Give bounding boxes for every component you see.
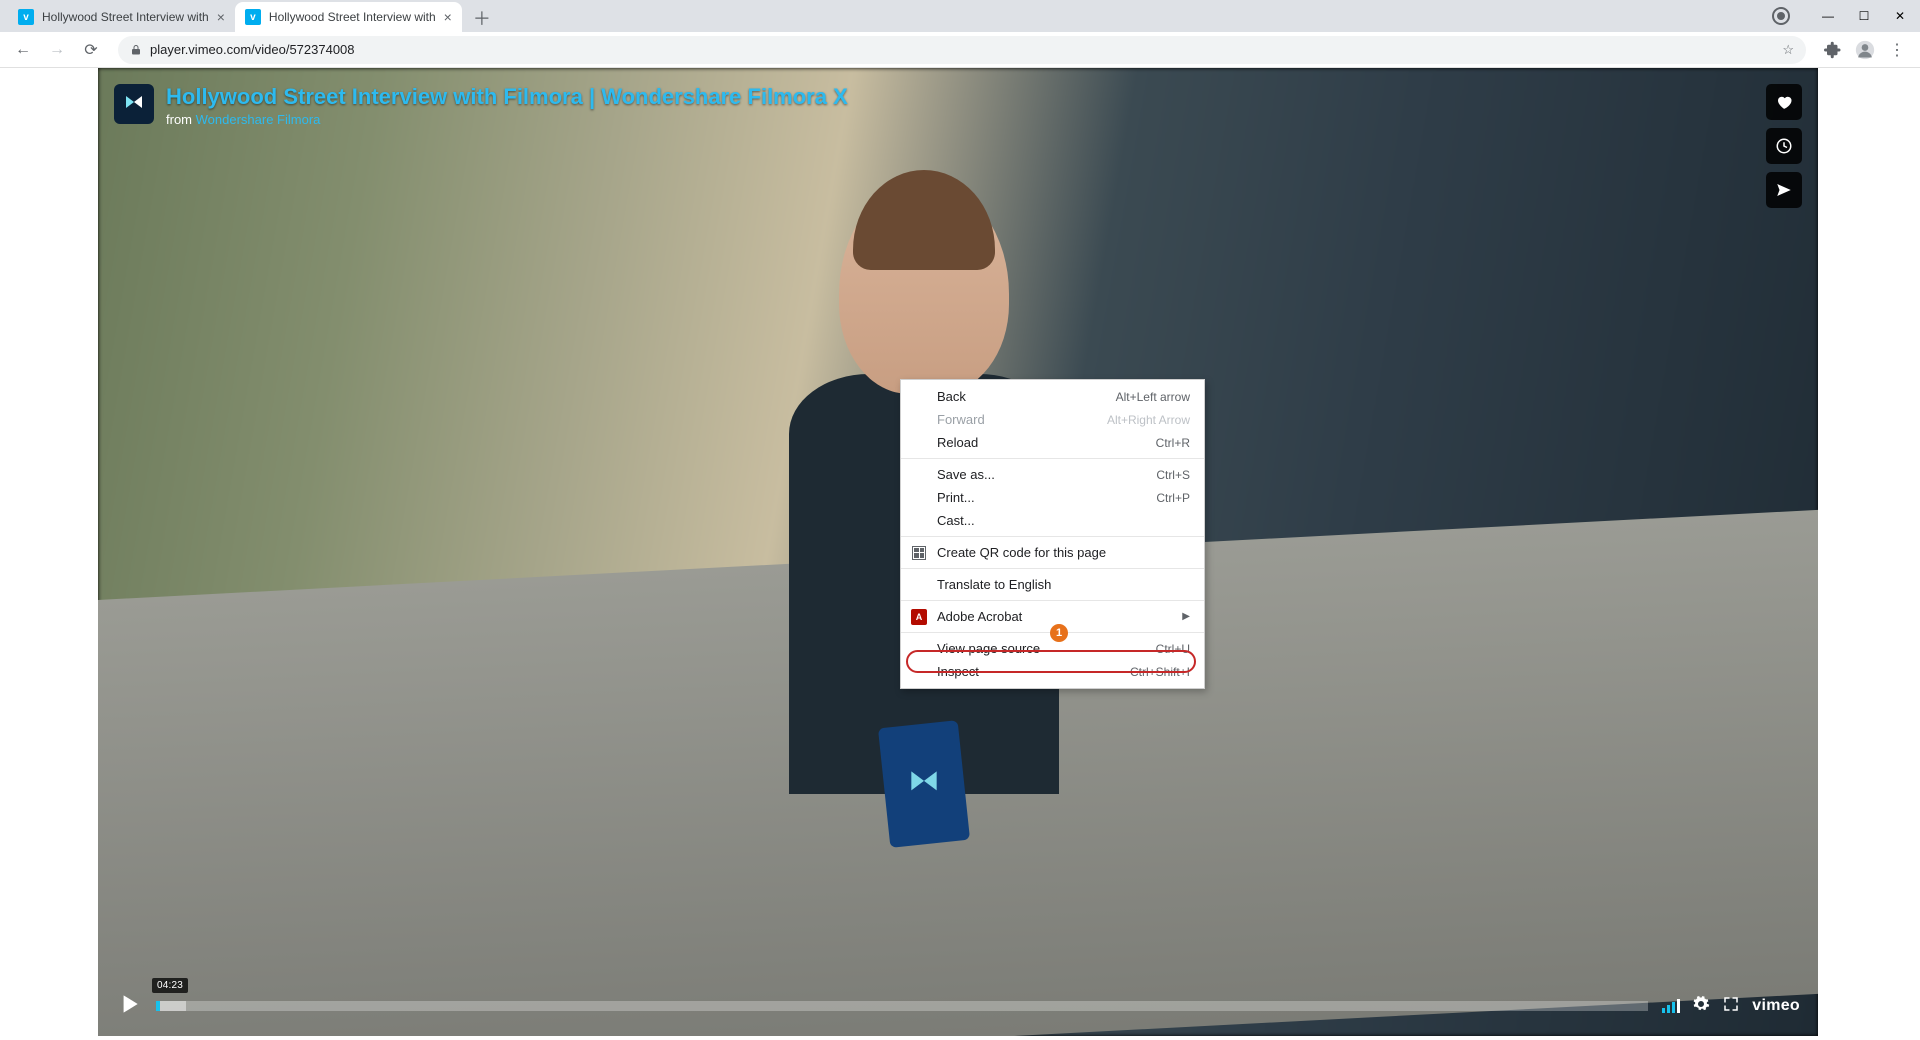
- fullscreen-icon[interactable]: [1722, 995, 1740, 1018]
- menu-separator: [901, 600, 1204, 601]
- context-menu: Back Alt+Left arrow Forward Alt+Right Ar…: [900, 379, 1205, 689]
- back-button[interactable]: ←: [8, 35, 38, 65]
- maximize-button[interactable]: ☐: [1848, 2, 1880, 30]
- filmora-logo-icon: [122, 92, 146, 116]
- context-menu-back[interactable]: Back Alt+Left arrow: [901, 385, 1204, 408]
- adobe-acrobat-icon: A: [910, 608, 928, 626]
- forward-button[interactable]: →: [42, 35, 72, 65]
- tab-search-icon[interactable]: [1772, 7, 1790, 25]
- context-menu-translate[interactable]: Translate to English: [901, 573, 1204, 596]
- context-menu-view-source[interactable]: View page source Ctrl+U: [901, 637, 1204, 660]
- duration-tooltip: 04:23: [152, 978, 188, 993]
- qr-code-icon: [910, 544, 928, 562]
- author-link[interactable]: Wondershare Filmora: [196, 112, 321, 127]
- tab-strip: v Hollywood Street Interview with × v Ho…: [0, 0, 496, 32]
- video-title-block: Hollywood Street Interview with Filmora …: [114, 84, 848, 127]
- url-text: player.vimeo.com/video/572374008: [150, 42, 1774, 57]
- vimeo-favicon-icon: v: [18, 9, 34, 25]
- context-menu-save-as[interactable]: Save as... Ctrl+S: [901, 463, 1204, 486]
- tab-title: Hollywood Street Interview with: [42, 10, 209, 24]
- video-author-line: from Wondershare Filmora: [166, 112, 848, 127]
- context-menu-reload[interactable]: Reload Ctrl+R: [901, 431, 1204, 454]
- browser-titlebar: v Hollywood Street Interview with × v Ho…: [0, 0, 1920, 32]
- submenu-caret-icon: ▶: [1182, 611, 1190, 622]
- chrome-menu-icon[interactable]: ⋮: [1882, 35, 1912, 65]
- lock-icon: [130, 43, 142, 57]
- close-tab-icon[interactable]: ×: [444, 10, 452, 24]
- volume-control[interactable]: [1662, 999, 1680, 1013]
- browser-tab[interactable]: v Hollywood Street Interview with ×: [8, 2, 235, 32]
- address-bar[interactable]: player.vimeo.com/video/572374008 ☆: [118, 36, 1806, 64]
- author-avatar[interactable]: [114, 84, 154, 124]
- menu-separator: [901, 632, 1204, 633]
- share-button[interactable]: [1766, 172, 1802, 208]
- minimize-button[interactable]: —: [1812, 2, 1844, 30]
- close-window-button[interactable]: ✕: [1884, 2, 1916, 30]
- progress-bar[interactable]: 04:23: [156, 988, 1648, 1024]
- menu-separator: [901, 568, 1204, 569]
- profile-avatar-icon[interactable]: [1850, 35, 1880, 65]
- watch-later-button[interactable]: [1766, 128, 1802, 164]
- settings-gear-icon[interactable]: [1692, 995, 1710, 1018]
- context-menu-adobe-acrobat[interactable]: A Adobe Acrobat ▶: [901, 605, 1204, 628]
- browser-toolbar: ← → ⟳ player.vimeo.com/video/572374008 ☆…: [0, 32, 1920, 68]
- context-menu-inspect[interactable]: Inspect Ctrl+Shift+I: [901, 660, 1204, 683]
- context-menu-cast[interactable]: Cast...: [901, 509, 1204, 532]
- vimeo-favicon-icon: v: [245, 9, 261, 25]
- menu-separator: [901, 458, 1204, 459]
- video-title[interactable]: Hollywood Street Interview with Filmora …: [166, 84, 848, 110]
- browser-tab[interactable]: v Hollywood Street Interview with ×: [235, 2, 462, 32]
- new-tab-button[interactable]: ＋: [468, 4, 496, 32]
- reload-button[interactable]: ⟳: [76, 35, 106, 65]
- vimeo-logo[interactable]: vimeo: [1752, 997, 1800, 1015]
- context-menu-forward[interactable]: Forward Alt+Right Arrow: [901, 408, 1204, 431]
- menu-separator: [901, 536, 1204, 537]
- filmora-logo-icon: [905, 765, 943, 803]
- tab-title: Hollywood Street Interview with: [269, 10, 436, 24]
- extensions-icon[interactable]: [1818, 35, 1848, 65]
- context-menu-print[interactable]: Print... Ctrl+P: [901, 486, 1204, 509]
- window-controls: — ☐ ✕: [1772, 0, 1920, 32]
- context-menu-create-qr[interactable]: Create QR code for this page: [901, 541, 1204, 564]
- bookmark-star-icon[interactable]: ☆: [1782, 42, 1794, 58]
- close-tab-icon[interactable]: ×: [217, 10, 225, 24]
- like-button[interactable]: [1766, 84, 1802, 120]
- player-side-actions: [1766, 84, 1802, 208]
- play-button[interactable]: [116, 991, 142, 1022]
- player-controls: 04:23 vimeo: [98, 976, 1818, 1036]
